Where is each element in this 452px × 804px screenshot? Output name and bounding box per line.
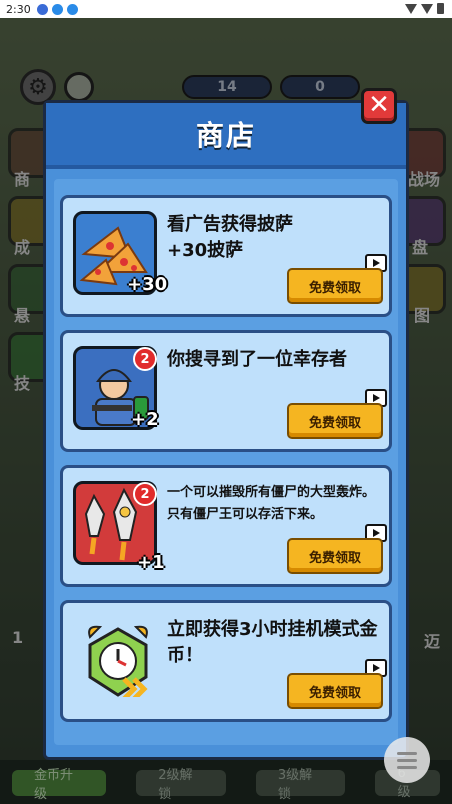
close-icon: ✕	[368, 90, 390, 120]
item-description: 看广告获得披萨 +30披萨	[167, 214, 293, 261]
shop-item-idle-coins: 立即获得3小时挂机模式金币！ 免费领取	[60, 600, 392, 722]
download-icon	[66, 3, 78, 15]
menu-line	[397, 765, 417, 769]
signal-icon	[421, 3, 433, 14]
menu-line	[397, 758, 417, 762]
battery-icon	[437, 3, 444, 14]
item-badge: 2	[133, 347, 157, 371]
claim-button[interactable]: 免费领取	[287, 673, 383, 709]
shop-title: 商店	[195, 119, 256, 152]
status-bar: 2:30	[0, 0, 452, 18]
alarm-clock-icon	[73, 616, 157, 700]
reward-count: +30	[127, 274, 168, 295]
reward-count: +1	[137, 552, 165, 573]
item-description: 一个可以摧毁所有僵尸的大型轰炸。只有僵尸王可以存活下来。	[167, 485, 376, 522]
menu-line	[397, 751, 417, 755]
floating-menu-button[interactable]	[384, 737, 430, 783]
item-description: 你搜寻到了一位幸存者	[167, 349, 347, 370]
download-icon	[51, 3, 63, 15]
claim-button[interactable]: 免费领取	[287, 538, 383, 574]
shop-item-airstrike: 2 +1 一个可以摧毁所有僵尸的大型轰炸。只有僵尸王可以存活下来。 免费领取	[60, 465, 392, 587]
notification-icon	[36, 3, 48, 15]
shop-item-pizza: +30 看广告获得披萨 +30披萨 免费领取	[60, 195, 392, 317]
close-button[interactable]: ✕	[361, 88, 397, 124]
reward-count: +2	[131, 409, 159, 430]
claim-button[interactable]: 免费领取	[287, 403, 383, 439]
shop-header: 商店	[46, 103, 406, 169]
claim-button[interactable]: 免费领取	[287, 268, 383, 304]
item-description: 立即获得3小时挂机模式金币！	[167, 619, 378, 666]
status-time: 2:30	[6, 2, 31, 16]
wifi-icon	[405, 3, 417, 14]
item-badge: 2	[133, 482, 157, 506]
shop-item-survivor: 2 +2 你搜寻到了一位幸存者 免费领取	[60, 330, 392, 452]
